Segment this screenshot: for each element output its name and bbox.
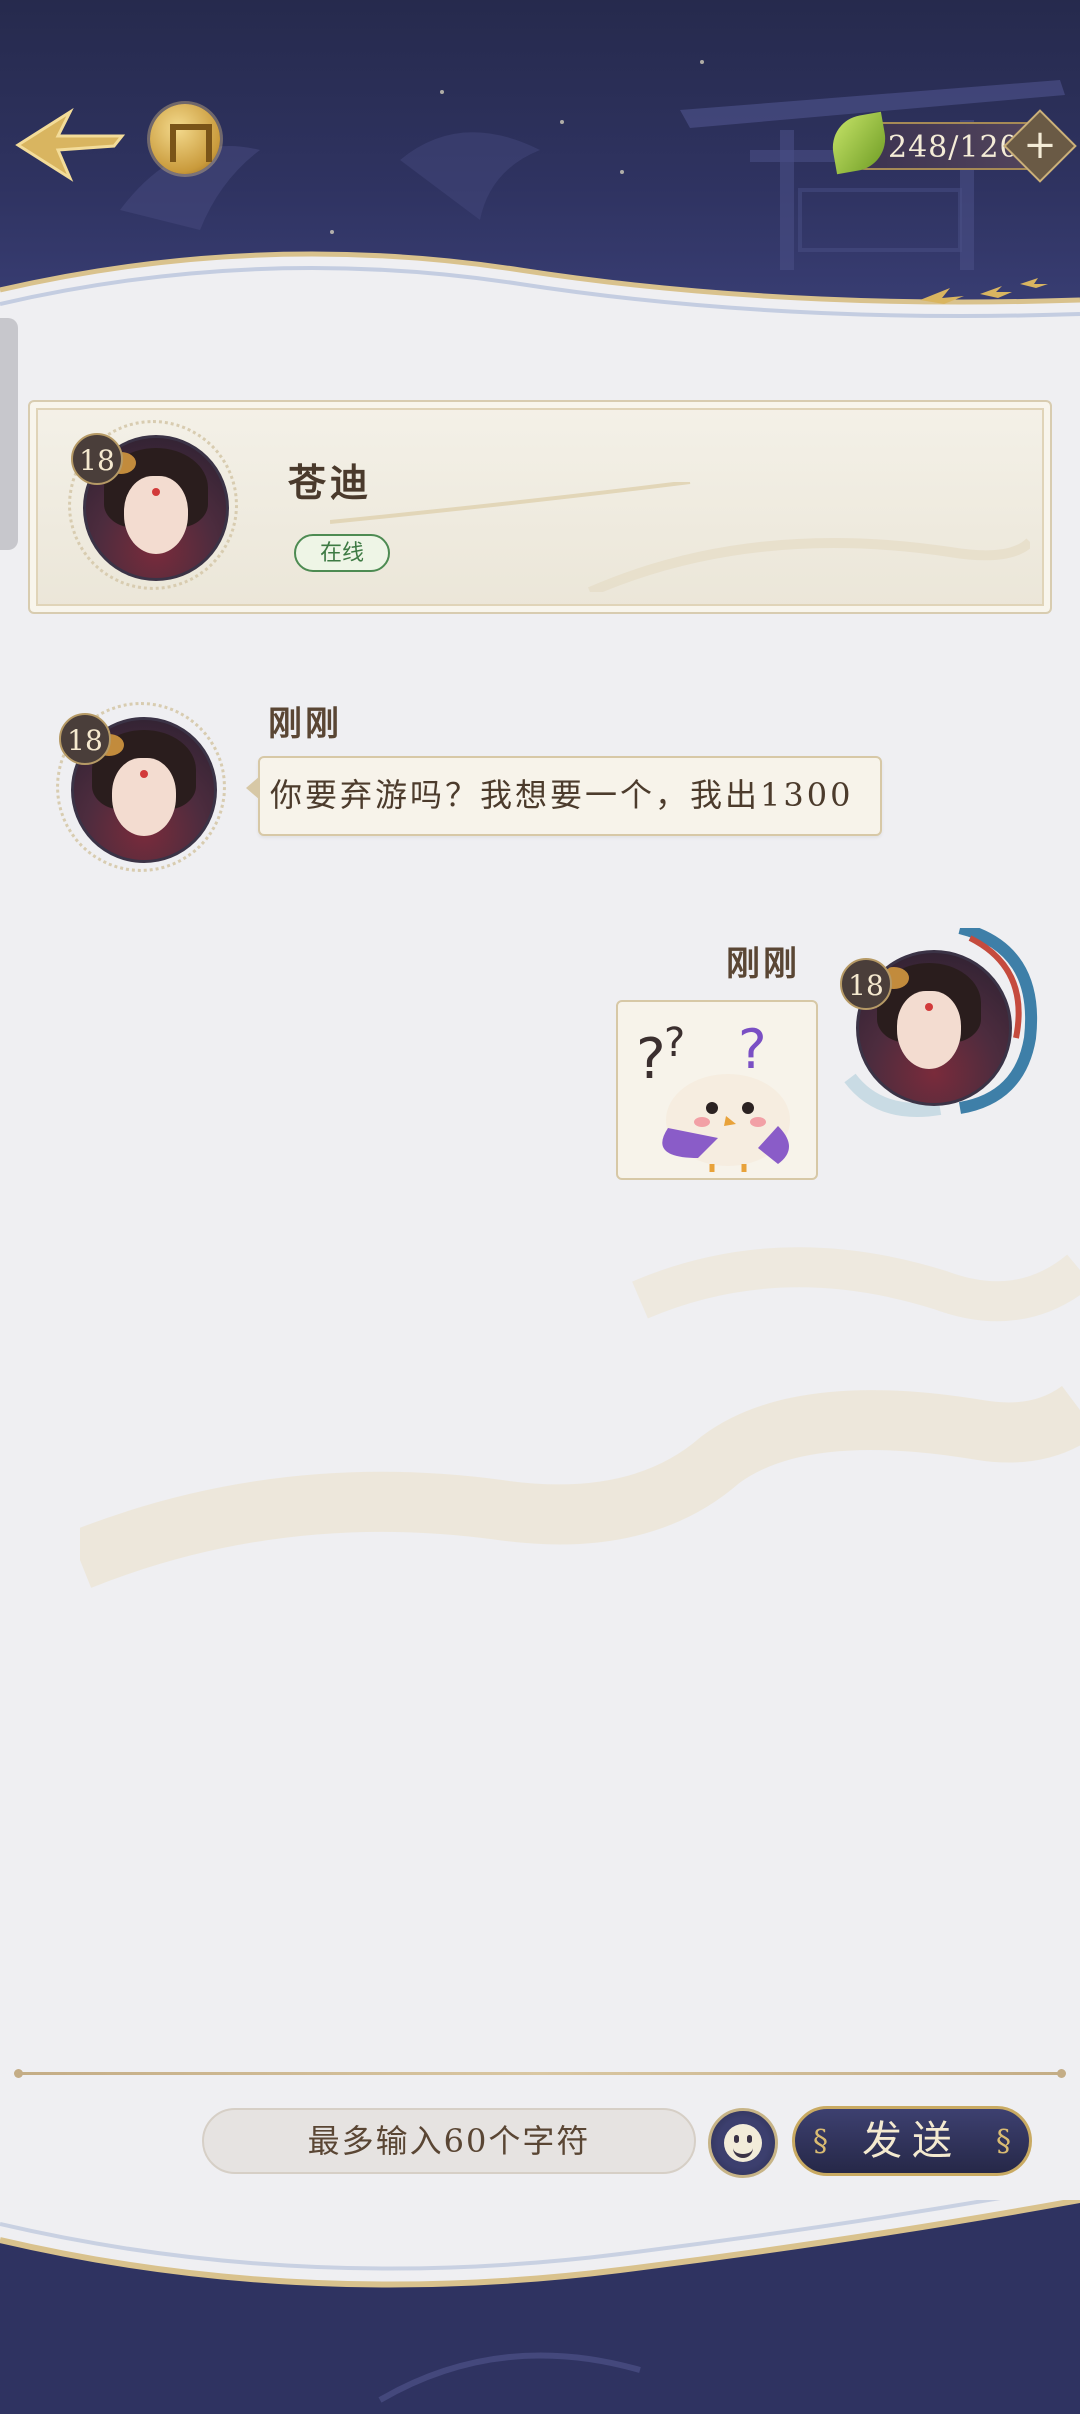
energy-value: 248/120 [888, 130, 1020, 165]
message-bubble[interactable]: 你要弃游吗？我想要一个，我出1300 [246, 756, 882, 836]
gate-menu-button[interactable] [150, 104, 220, 174]
sticker-message[interactable]: ? ? ? [616, 1000, 818, 1180]
top-header: 248/120 + [0, 0, 1080, 340]
side-drawer-handle[interactable] [0, 318, 18, 550]
sender-avatar[interactable]: 18 [56, 702, 226, 872]
message-time: 刚刚 [726, 944, 800, 984]
star-decoration [620, 170, 624, 174]
curl-right-icon: § [996, 2124, 1011, 2159]
contact-avatar[interactable]: 18 [68, 420, 238, 590]
back-button[interactable] [10, 100, 130, 190]
svg-text:?: ? [636, 1027, 666, 1092]
back-arrow-icon [15, 107, 126, 182]
send-button[interactable]: § 发送 § [792, 2106, 1032, 2176]
background-cloud-decoration [80, 1247, 1080, 1588]
input-divider [14, 2069, 1066, 2078]
plus-icon: + [1023, 122, 1057, 168]
chat-input[interactable] [202, 2108, 696, 2174]
smiley-icon [724, 2124, 762, 2162]
svg-text:?: ? [738, 1018, 767, 1081]
gate-icon [170, 124, 212, 162]
contact-card: 18 苍迪 在线 [28, 400, 1052, 614]
own-avatar[interactable]: 18 [840, 928, 1040, 1124]
curl-left-icon: § [813, 2124, 828, 2159]
contact-name: 苍迪 [288, 460, 373, 505]
header-wave-edge [0, 251, 1080, 340]
confused-bird-sticker: ? ? ? [636, 1018, 790, 1172]
swallow-birds-decoration [920, 278, 1048, 304]
emoji-button[interactable] [708, 2108, 778, 2178]
cloud-swirl-decoration [330, 482, 1030, 592]
svg-text:?: ? [664, 1020, 685, 1066]
level-badge: 18 [71, 433, 123, 485]
level-badge: 18 [59, 713, 111, 765]
online-status-badge: 在线 [294, 534, 390, 572]
energy-counter: 248/120 + [827, 109, 1077, 183]
level-badge: 18 [840, 958, 892, 1010]
send-button-label: 发送 [862, 2118, 962, 2164]
message-time: 刚刚 [268, 704, 342, 744]
bottom-wave-footer [0, 2200, 1080, 2414]
